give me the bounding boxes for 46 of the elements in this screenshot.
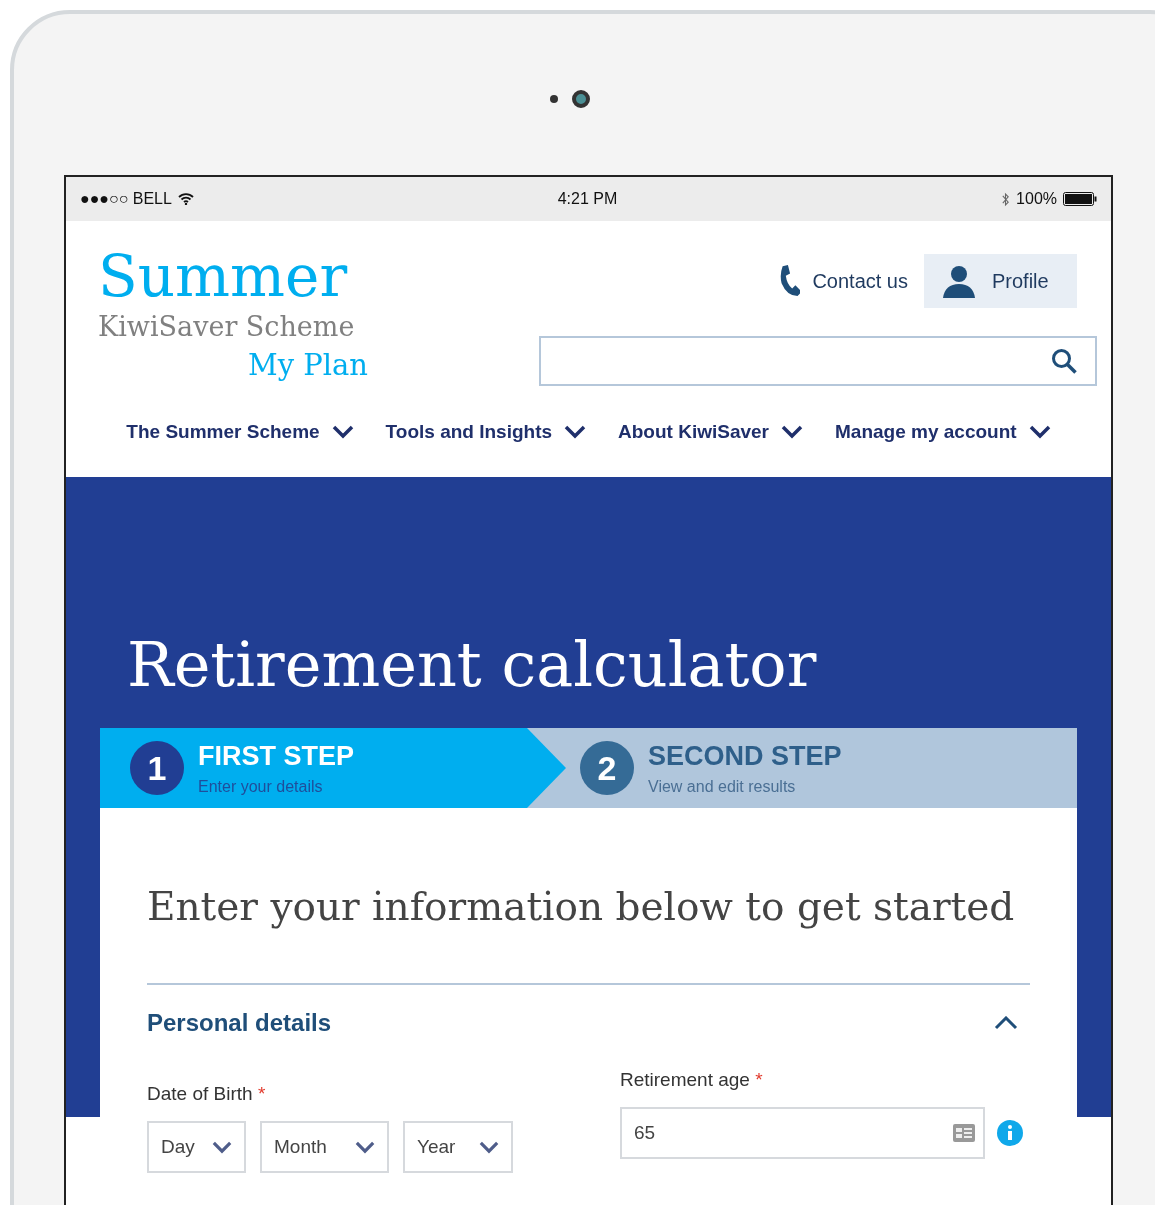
- step-subtitle: Enter your details: [198, 777, 324, 796]
- field-label: Date of Birth *: [147, 1083, 267, 1105]
- chevron-down-icon: [355, 1140, 375, 1154]
- date-dropdown[interactable]: Month: [260, 1121, 389, 1173]
- logo-subtitle: KiwiSaver Scheme: [98, 310, 355, 344]
- step-title: FIRST STEP: [198, 740, 354, 772]
- section-title: Personal details: [147, 1009, 332, 1037]
- step-number: 1: [130, 741, 184, 795]
- chevron-down-icon: [564, 425, 587, 439]
- chevron-down-icon: [212, 1140, 232, 1154]
- search-field[interactable]: [539, 336, 1097, 386]
- carrier-label: ●●●○○ BELL: [80, 190, 172, 208]
- nav-menu-item[interactable]: The Summer Scheme: [126, 421, 354, 443]
- sensor-icon: [550, 95, 558, 103]
- id-card-icon: [953, 1124, 975, 1142]
- age-input-field[interactable]: 65: [620, 1107, 985, 1159]
- date-dropdown[interactable]: Year: [403, 1121, 513, 1173]
- profile-button[interactable]: Profile: [924, 254, 1077, 308]
- chevron-down-icon: [781, 425, 804, 439]
- nav-menu-item[interactable]: Manage my account: [835, 421, 1051, 443]
- battery-icon: [1063, 192, 1097, 206]
- clock-time: 4:21 PM: [556, 190, 619, 208]
- date-dropdown[interactable]: Day: [147, 1121, 246, 1173]
- wifi-icon: [177, 193, 194, 205]
- intro-heading: Enter your information below to get started: [147, 884, 1030, 985]
- step-title: SECOND STEP: [648, 740, 842, 772]
- camera-icon: [572, 90, 590, 108]
- search-icon[interactable]: [1051, 348, 1077, 374]
- step-tab[interactable]: 1 FIRST STEP Enter your details: [100, 728, 566, 808]
- battery-percent: 100%: [1016, 190, 1057, 208]
- contact-link[interactable]: Contact us: [778, 264, 908, 298]
- person-icon: [942, 264, 976, 298]
- phone-icon: [778, 264, 801, 298]
- nav-menu-item[interactable]: Tools and Insights: [385, 421, 587, 443]
- nav-menu-item[interactable]: About KiwiSaver: [618, 421, 804, 443]
- info-icon[interactable]: [997, 1120, 1023, 1146]
- bluetooth-icon: [1001, 191, 1011, 207]
- chevron-down-icon: [331, 425, 354, 439]
- page-title: Retirement calculator: [126, 627, 818, 703]
- field-label: Retirement age *: [620, 1069, 764, 1091]
- step-subtitle: View and edit results: [648, 777, 797, 796]
- chevron-down-icon: [1028, 425, 1051, 439]
- step-number: 2: [580, 741, 634, 795]
- chevron-down-icon: [479, 1140, 499, 1154]
- logo-plan: My Plan: [247, 347, 368, 384]
- chevron-icon[interactable]: [994, 1016, 1018, 1030]
